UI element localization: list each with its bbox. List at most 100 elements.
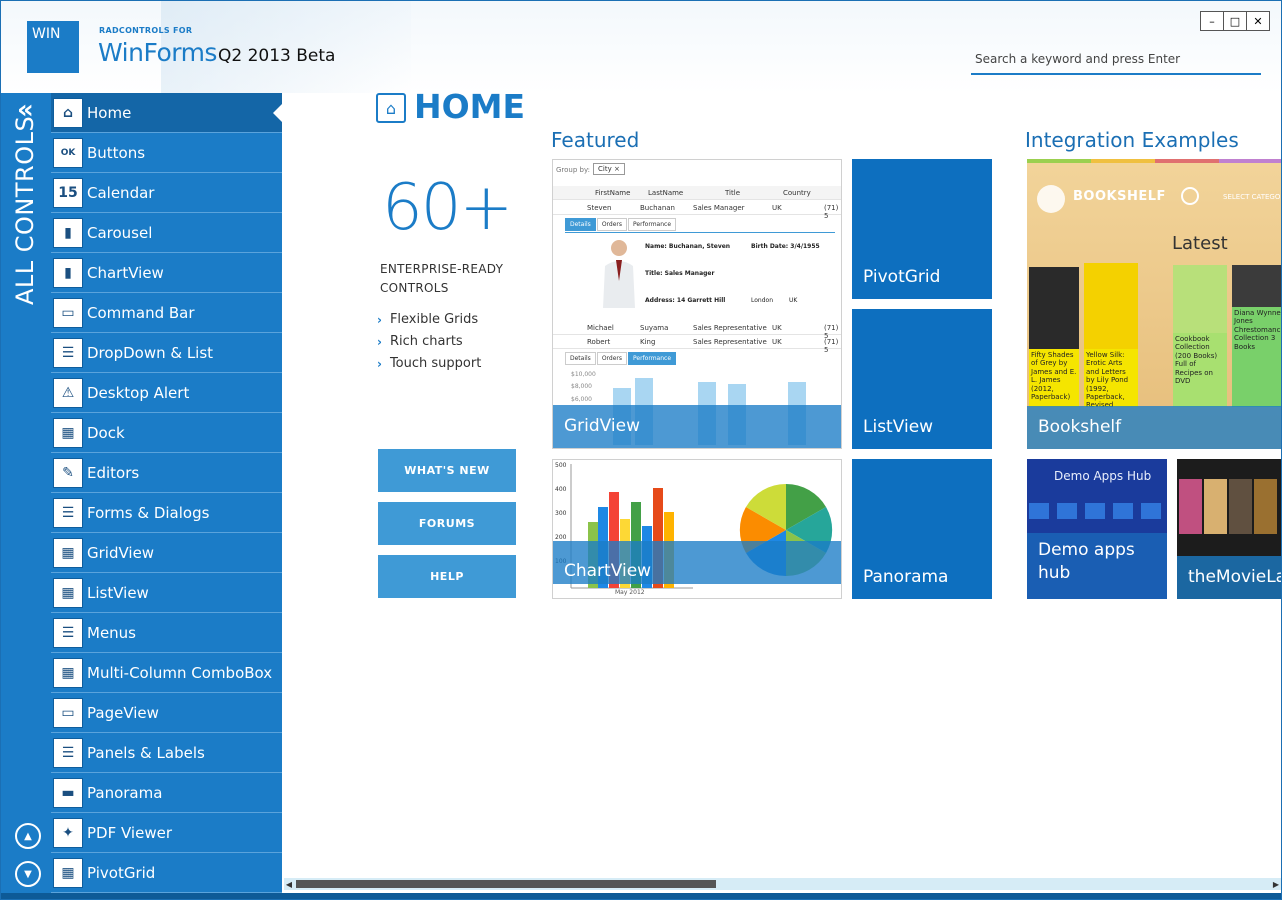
- menu-icon: ☰: [53, 617, 83, 648]
- bottom-bar: [1, 893, 1281, 899]
- form-icon: ☰: [53, 497, 83, 528]
- select-category-label: SELECT CATEGORY: [1223, 193, 1281, 201]
- sidebar-item-menus[interactable]: ☰ Menus: [51, 613, 282, 653]
- book-caption: Fifty Shades of Grey by James and E. L. …: [1029, 349, 1079, 407]
- axis-tick: $10,000: [571, 371, 596, 378]
- book-cover: [1232, 265, 1281, 307]
- sidebar-item-dock[interactable]: ▦ Dock: [51, 413, 282, 453]
- sidebar-item-gridview[interactable]: ▦ GridView: [51, 533, 282, 573]
- horizontal-scrollbar[interactable]: ◀ ▶: [284, 878, 1281, 890]
- tab-orders: Orders: [596, 352, 627, 365]
- column-header: FirstName: [595, 189, 631, 197]
- tile-label: ChartView: [564, 561, 652, 581]
- axis-tick: $6,000: [571, 396, 592, 403]
- sidebar-item-command-bar[interactable]: ▭ Command Bar: [51, 293, 282, 333]
- table-row: Robert King Sales Representative UK (71)…: [553, 335, 841, 354]
- sidebar-item-label: Desktop Alert: [87, 383, 190, 402]
- search-box: [971, 47, 1261, 75]
- movie-poster: [1204, 479, 1227, 534]
- sidebar-item-label: Menus: [87, 623, 136, 642]
- tab-underline: [565, 232, 835, 233]
- sidebar-item-desktop-alert[interactable]: ⚠ Desktop Alert: [51, 373, 282, 413]
- sidebar-item-dropdown-list[interactable]: ☰ DropDown & List: [51, 333, 282, 373]
- sidebar-item-pivotgrid[interactable]: ▦ PivotGrid: [51, 853, 282, 893]
- home-icon: ⌂: [376, 93, 406, 123]
- combobox-icon: ▦: [53, 657, 83, 688]
- tile-demo-apps-hub[interactable]: Demo Apps Hub Demo apps hub: [1027, 459, 1167, 599]
- chevron-right-icon: ›: [377, 356, 382, 371]
- sidebar-item-label: PageView: [87, 703, 159, 722]
- forums-button[interactable]: FORUMS: [378, 502, 516, 545]
- pdf-icon: ✦: [53, 817, 83, 848]
- scrollbar-thumb[interactable]: [296, 880, 716, 888]
- sidebar-item-label: Editors: [87, 463, 140, 482]
- tab-orders: Orders: [596, 218, 627, 231]
- all-controls-label: ALL CONTROLS: [11, 115, 39, 305]
- chevron-right-icon: ›: [377, 334, 382, 349]
- sidebar-item-label: PDF Viewer: [87, 823, 172, 842]
- tile-gridview[interactable]: Group by: City × FirstName LastName Titl…: [552, 159, 842, 449]
- tile-label: theMovieLab: [1188, 567, 1281, 587]
- column-header: LastName: [648, 189, 684, 197]
- book-caption: Diana Wynne Jones Chrestomanci Collectio…: [1232, 307, 1281, 407]
- sidebar-item-label: GridView: [87, 543, 155, 562]
- sidebar-item-calendar[interactable]: 15 Calendar: [51, 173, 282, 213]
- tile-listview[interactable]: ListView: [852, 309, 992, 449]
- scroll-up-button[interactable]: ▲: [15, 823, 41, 849]
- tile-panorama[interactable]: Panorama: [852, 459, 992, 599]
- tile-movielab[interactable]: theMovieLab: [1177, 459, 1281, 599]
- tile-bookshelf[interactable]: BOOKSHELF SELECT CATEGORY Latest Fifty S…: [1027, 159, 1281, 449]
- column-header: Title: [725, 189, 741, 197]
- brand-subtitle: RADCONTROLS FOR: [99, 26, 193, 35]
- table-cell: (71) 5: [824, 338, 839, 354]
- detail-title: Title: Sales Manager: [645, 270, 715, 277]
- sidebar-item-label: ListView: [87, 583, 149, 602]
- sidebar-item-buttons[interactable]: OK Buttons: [51, 133, 282, 173]
- table-cell: Suyama: [640, 324, 669, 332]
- sidebar-item-home[interactable]: ⌂ Home: [51, 93, 282, 133]
- sidebar-item-forms-dialogs[interactable]: ☰ Forms & Dialogs: [51, 493, 282, 533]
- tile-label: ListView: [863, 417, 934, 437]
- sidebar-item-panorama[interactable]: ▬ Panorama: [51, 773, 282, 813]
- scroll-right-arrow-icon[interactable]: ▶: [1271, 878, 1281, 890]
- sidebar-item-label: Command Bar: [87, 303, 195, 322]
- command-bar-icon: ▭: [53, 297, 83, 328]
- tile-pivotgrid[interactable]: PivotGrid: [852, 159, 992, 299]
- detail-tabs: Details Orders Performance: [565, 352, 677, 365]
- sidebar-item-pdf-viewer[interactable]: ✦ PDF Viewer: [51, 813, 282, 853]
- grid-header-row: FirstName LastName Title Country: [553, 186, 841, 200]
- sidebar-item-chartview[interactable]: ▮ ChartView: [51, 253, 282, 293]
- sidebar-item-multi-column-combobox[interactable]: ▦ Multi-Column ComboBox: [51, 653, 282, 693]
- bookshelf-logo-icon: [1037, 185, 1065, 213]
- maximize-button[interactable]: □: [1223, 11, 1247, 31]
- movie-poster: [1254, 479, 1277, 534]
- alert-icon: ⚠: [53, 377, 83, 408]
- tile-chartview[interactable]: 500 400 300 200 100 May 2012: [552, 459, 842, 599]
- sidebar-item-label: Dock: [87, 423, 125, 442]
- scroll-down-button[interactable]: ▼: [15, 861, 41, 887]
- sidebar-item-carousel[interactable]: ▮ Carousel: [51, 213, 282, 253]
- close-button[interactable]: ✕: [1246, 11, 1270, 31]
- sidebar-item-editors[interactable]: ✎ Editors: [51, 453, 282, 493]
- sidebar-item-pageview[interactable]: ▭ PageView: [51, 693, 282, 733]
- pencil-icon: ✎: [53, 457, 83, 488]
- tile-label: Demo apps hub: [1038, 540, 1135, 584]
- search-input[interactable]: [971, 47, 1261, 71]
- chart-icon: ▮: [53, 257, 83, 288]
- app-logo: WIN: [27, 21, 79, 73]
- table-cell: Sales Manager: [693, 204, 745, 212]
- sidebar-item-listview[interactable]: ▦ ListView: [51, 573, 282, 613]
- dock-icon: ▦: [53, 417, 83, 448]
- table-cell: King: [640, 338, 656, 346]
- arrow-up-icon: ▲: [24, 830, 32, 842]
- sidebar: ⌂ Home OK Buttons 15 Calendar ▮ Carousel ▮ ChartV…: [51, 93, 282, 893]
- minimize-button[interactable]: –: [1200, 11, 1224, 31]
- tile-label: GridView: [564, 416, 641, 436]
- whats-new-button[interactable]: WHAT'S NEW: [378, 449, 516, 492]
- scroll-left-arrow-icon[interactable]: ◀: [284, 878, 294, 890]
- group-by-label: Group by:: [556, 166, 590, 174]
- help-button[interactable]: HELP: [378, 555, 516, 598]
- sidebar-item-panels-labels[interactable]: ☰ Panels & Labels: [51, 733, 282, 773]
- list-view-icon: ▦: [53, 577, 83, 608]
- page-title: HOME: [414, 87, 526, 126]
